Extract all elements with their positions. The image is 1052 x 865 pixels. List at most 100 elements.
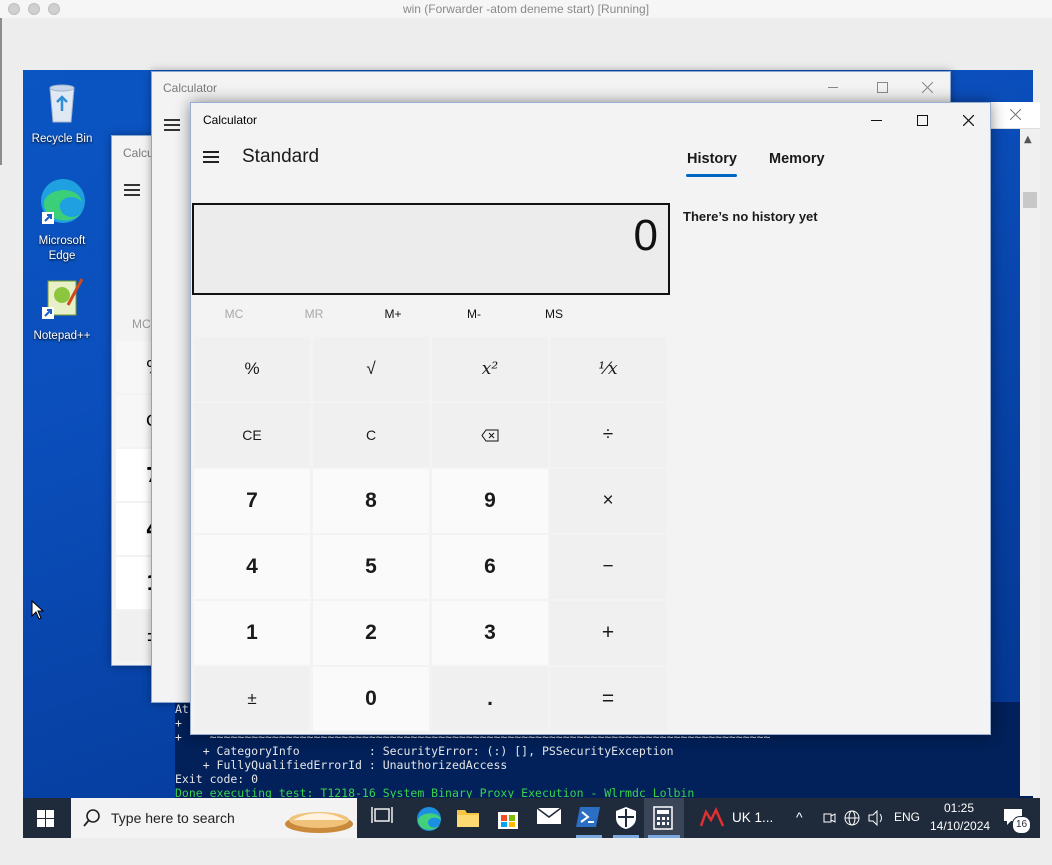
desktop-icon-recycle-bin[interactable]: Recycle Bin xyxy=(24,80,100,147)
task-view-button[interactable] xyxy=(371,806,395,830)
memory-recall-button[interactable]: MR xyxy=(284,307,344,321)
clear-button[interactable]: C xyxy=(313,403,429,467)
tab-history[interactable]: History xyxy=(687,151,737,167)
network-globe-icon[interactable] xyxy=(844,810,860,826)
scroll-up-icon[interactable]: ▲ xyxy=(1024,134,1032,145)
close-icon xyxy=(962,114,974,126)
square-button[interactable]: x² xyxy=(432,337,548,401)
memory-add-button[interactable]: M+ xyxy=(363,307,423,321)
multiply-button[interactable]: × xyxy=(550,469,666,533)
decimal-button[interactable]: . xyxy=(432,667,548,731)
start-button[interactable] xyxy=(37,810,54,831)
window-title: Calculator xyxy=(163,81,218,95)
mouse-cursor-icon xyxy=(31,600,45,620)
menu-icon[interactable] xyxy=(164,119,180,131)
scroll-thumb[interactable] xyxy=(1023,192,1037,208)
square-root-button[interactable]: √ xyxy=(313,337,429,401)
add-button[interactable]: + xyxy=(550,601,666,665)
folder-icon xyxy=(457,810,479,827)
close-icon[interactable] xyxy=(1010,109,1021,120)
reciprocal-button[interactable]: ¹⁄x xyxy=(550,337,666,401)
memory-clear-button[interactable]: MC xyxy=(204,307,264,321)
search-placeholder: Type here to search xyxy=(111,810,235,826)
running-indicator xyxy=(648,835,680,838)
taskbar-security-button[interactable] xyxy=(615,806,639,830)
running-indicator xyxy=(576,835,602,838)
window-title: Calcu xyxy=(123,146,154,160)
desktop-icon-label: Recycle Bin xyxy=(31,133,93,145)
volume-icon[interactable] xyxy=(868,810,886,826)
negate-button[interactable]: ± xyxy=(194,667,310,731)
minimize-icon[interactable] xyxy=(828,87,838,88)
meet-now-icon[interactable] xyxy=(822,810,836,826)
percent-button[interactable]: % xyxy=(194,337,310,401)
memory-subtract-button[interactable]: M- xyxy=(444,307,504,321)
digit-9-button[interactable]: 9 xyxy=(432,469,548,533)
digit-6-button[interactable]: 6 xyxy=(432,535,548,599)
clear-entry-button[interactable]: CE xyxy=(194,403,310,467)
tab-memory[interactable]: Memory xyxy=(769,151,825,167)
taskbar-mail-button[interactable] xyxy=(536,806,562,830)
taskbar-calculator-button[interactable] xyxy=(644,798,684,838)
recycle-bin-icon xyxy=(24,80,100,129)
notification-count-badge: 16 xyxy=(1012,816,1031,834)
clock-date[interactable]: 14/10/2024 xyxy=(930,819,990,833)
taskbar-search-box[interactable]: Type here to search xyxy=(71,798,357,838)
taskbar-file-explorer-button[interactable] xyxy=(456,806,480,830)
mc-partial: MC xyxy=(132,317,151,331)
calculator-mode-title: Standard xyxy=(242,146,320,167)
divide-button[interactable]: ÷ xyxy=(550,403,666,467)
windows-logo-icon xyxy=(37,810,54,827)
search-icon xyxy=(83,809,100,827)
close-icon[interactable] xyxy=(922,82,933,93)
equals-button[interactable]: = xyxy=(550,667,666,731)
minimize-button[interactable] xyxy=(853,109,899,131)
result-display: 0 xyxy=(192,203,670,295)
clock-time[interactable]: 01:25 xyxy=(944,801,974,815)
terminal-line: + FullyQualifiedErrorId : UnauthorizedAc… xyxy=(175,758,508,772)
calculator-icon xyxy=(653,806,673,830)
pie-search-highlight-icon xyxy=(285,812,353,833)
taskbar-powershell-button[interactable] xyxy=(576,806,600,830)
stocks-chart-icon xyxy=(699,807,725,827)
desktop-icon-microsoft-edge[interactable]: Microsoft Edge xyxy=(24,176,100,264)
notification-center-button[interactable]: 16 xyxy=(1003,808,1031,834)
desktop-icon-notepad-plus-plus[interactable]: Notepad++ xyxy=(24,275,100,344)
desktop-icon-label: Microsoft Edge xyxy=(38,235,86,262)
backspace-button[interactable] xyxy=(432,403,548,467)
mail-icon xyxy=(536,807,562,824)
show-hidden-icons-chevron-icon[interactable]: ^ xyxy=(796,809,803,825)
host-titlebar: win (Forwarder -atom deneme start) [Runn… xyxy=(0,0,1052,19)
digit-8-button[interactable]: 8 xyxy=(313,469,429,533)
taskbar-edge-button[interactable] xyxy=(416,806,441,831)
desktop-icon-label: Notepad++ xyxy=(33,330,91,342)
maximize-icon xyxy=(916,114,928,126)
vm-left-edge xyxy=(0,18,2,165)
subtract-button[interactable]: − xyxy=(550,535,666,599)
window-title: Calculator xyxy=(203,113,258,127)
taskbar-app-label[interactable]: UK 1... xyxy=(732,810,773,825)
memory-row: MC MR M+ M- MS xyxy=(195,307,667,327)
task-view-icon xyxy=(371,807,393,823)
edge-icon xyxy=(24,176,100,231)
taskbar-store-button[interactable] xyxy=(496,806,520,830)
close-button[interactable] xyxy=(945,109,991,131)
menu-icon[interactable] xyxy=(124,184,140,196)
digit-3-button[interactable]: 3 xyxy=(432,601,548,665)
digit-2-button[interactable]: 2 xyxy=(313,601,429,665)
input-language-indicator[interactable]: ENG xyxy=(894,810,920,824)
digit-4-button[interactable]: 4 xyxy=(194,535,310,599)
digit-5-button[interactable]: 5 xyxy=(313,535,429,599)
navigation-menu-button[interactable] xyxy=(203,151,219,163)
background-window-scrollbar[interactable]: ▲ xyxy=(1020,126,1040,796)
history-empty-message: There’s no history yet xyxy=(683,209,818,224)
host-window-title: win (Forwarder -atom deneme start) [Runn… xyxy=(402,2,650,16)
taskbar-app-button[interactable] xyxy=(699,806,725,830)
maximize-icon[interactable] xyxy=(877,82,888,93)
memory-store-button[interactable]: MS xyxy=(524,307,584,321)
digit-1-button[interactable]: 1 xyxy=(194,601,310,665)
maximize-button[interactable] xyxy=(899,109,945,131)
running-indicator xyxy=(613,835,639,838)
digit-0-button[interactable]: 0 xyxy=(313,667,429,731)
digit-7-button[interactable]: 7 xyxy=(194,469,310,533)
